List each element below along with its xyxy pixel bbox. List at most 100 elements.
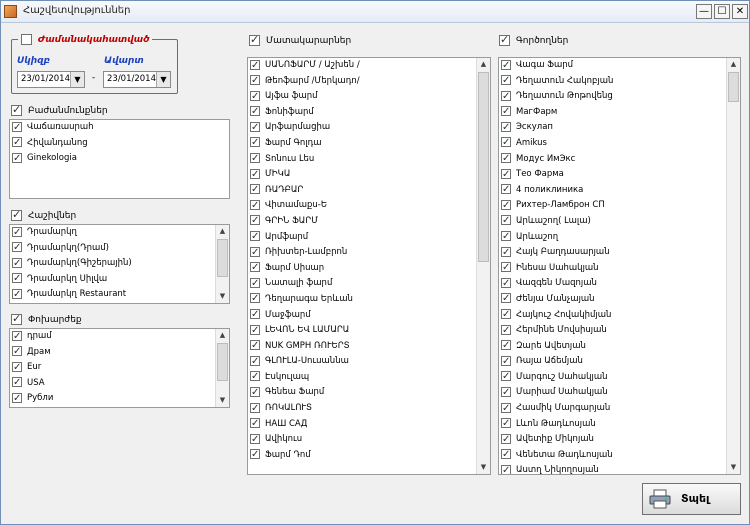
supplier-item-checkbox[interactable] [250, 229, 260, 244]
doctor-item[interactable]: Модус ИмЭкс [499, 151, 740, 168]
print-button[interactable]: Տպել [642, 483, 741, 515]
currency-item-checkbox[interactable] [12, 329, 22, 344]
supplier-item[interactable]: ԼԵՎՈՆ ԵՎ ԼԱՄԱՐԱ [248, 323, 490, 339]
scroll-thumb[interactable] [728, 72, 739, 102]
account-item[interactable]: Դրամարկղ Սիլվա [10, 271, 229, 288]
to-date-picker[interactable]: 23/01/2014 ▼ [103, 71, 171, 88]
doctor-item[interactable]: Amikus [499, 135, 740, 152]
from-date-picker[interactable]: 23/01/2014 ▼ [17, 71, 85, 88]
supplier-item[interactable]: Էսկուլապ [248, 369, 490, 386]
supplier-item[interactable]: Ֆարմ Գոլդա [248, 135, 490, 152]
currency-item[interactable]: դրամ [10, 329, 229, 345]
currency-item[interactable]: USA [10, 375, 229, 392]
supplier-item-checkbox[interactable] [250, 416, 260, 431]
scroll-thumb[interactable] [478, 72, 489, 262]
supplier-item-checkbox[interactable] [250, 447, 260, 462]
maximize-button[interactable]: ☐ [714, 4, 730, 19]
doctor-item[interactable]: Тео Фарма [499, 167, 740, 183]
doctor-item[interactable]: Լևոն Թադևոսյան [499, 416, 740, 433]
doctor-item-checkbox[interactable] [501, 89, 511, 104]
minimize-button[interactable]: — [696, 4, 712, 19]
scroll-down-icon[interactable]: ▼ [727, 461, 740, 474]
doctor-item-checkbox[interactable] [501, 58, 511, 73]
doctor-item-checkbox[interactable] [501, 447, 511, 462]
supplier-item-checkbox[interactable] [250, 245, 260, 260]
doctor-item[interactable]: Վազգեն Մազոյան [499, 276, 740, 292]
supplier-item[interactable]: Այֆա ֆարմ [248, 89, 490, 105]
account-item-checkbox[interactable] [12, 225, 22, 240]
doctor-item-checkbox[interactable] [501, 432, 511, 447]
doctor-item-checkbox[interactable] [501, 338, 511, 353]
account-item[interactable]: Դրամարկղ [10, 225, 229, 241]
doctor-item[interactable]: Դեղատուն Հակոբյան [499, 73, 740, 90]
supplier-item-checkbox[interactable] [250, 104, 260, 119]
supplier-item[interactable]: NUK GMPH ՌՈՒԵՐՏ [248, 338, 490, 355]
accounts-list[interactable]: Դրամարկղ Դրամարկղ(Դրամ) Դրամարկղ(Գիշերային… [9, 224, 230, 304]
doctors-list[interactable]: Վագա Ֆարմ Դեղատուն Հակոբյան Դեղատուն Թոթով… [498, 57, 741, 475]
supplier-item-checkbox[interactable] [250, 354, 260, 369]
supplier-item[interactable]: Արֆարմացիա [248, 120, 490, 136]
doctor-item[interactable]: Վենետա Թադևոսյան [499, 447, 740, 464]
doctor-item[interactable]: Մարիամ Սահակյան [499, 385, 740, 401]
doctor-item[interactable]: Ռայա Աճեմյան [499, 354, 740, 370]
supplier-item[interactable]: Դեղարագա Երևան [248, 291, 490, 308]
currency-item-checkbox[interactable] [12, 375, 22, 390]
chevron-down-icon[interactable]: ▼ [70, 72, 84, 87]
departments-header[interactable]: Բաժանմունքներ [11, 103, 108, 116]
doctor-item-checkbox[interactable] [501, 385, 511, 400]
period-checkbox-row[interactable]: Ժամանակահատված [18, 34, 153, 45]
doctor-item[interactable]: Ինեսա Սահակյան [499, 260, 740, 277]
supplier-item-checkbox[interactable] [250, 182, 260, 197]
chevron-down-icon[interactable]: ▼ [156, 72, 170, 87]
supplier-item-checkbox[interactable] [250, 369, 260, 384]
doctor-item[interactable]: Մարգուշ Սահակյան [499, 369, 740, 386]
doctor-item-checkbox[interactable] [501, 182, 511, 197]
doctor-item[interactable]: 4 поликлиника [499, 182, 740, 199]
doctor-item[interactable]: Դեղատուն Թոթովենց [499, 89, 740, 105]
doctor-item-checkbox[interactable] [501, 369, 511, 384]
currency-item-checkbox[interactable] [12, 391, 22, 406]
supplier-item[interactable]: ԳՐԻՆ ՖԱՐՄ [248, 213, 490, 230]
scroll-down-icon[interactable]: ▼ [216, 290, 229, 303]
currency-item[interactable]: Eur [10, 360, 229, 376]
doctor-item-checkbox[interactable] [501, 198, 511, 213]
doctor-item-checkbox[interactable] [501, 354, 511, 369]
doctor-item[interactable]: Ավետիք Միկոյան [499, 432, 740, 448]
departments-list[interactable]: Վաճառասրահ Հիվանդանոց Ginekologia [9, 119, 230, 199]
supplier-item-checkbox[interactable] [250, 323, 260, 338]
supplier-item-checkbox[interactable] [250, 338, 260, 353]
scroll-down-icon[interactable]: ▼ [216, 394, 229, 407]
supplier-item[interactable]: Ֆարմ Սիսար [248, 260, 490, 277]
currency-item-checkbox[interactable] [12, 344, 22, 359]
supplier-item[interactable]: Ֆարմ Դոմ [248, 447, 490, 464]
doctor-item-checkbox[interactable] [501, 135, 511, 150]
doctors-scrollbar[interactable]: ▲ ▼ [726, 58, 740, 474]
supplier-item[interactable]: Վիտամաքս-Ե [248, 198, 490, 214]
supplier-item-checkbox[interactable] [250, 291, 260, 306]
account-item[interactable]: Դրամարկղ(Գիշերային) [10, 256, 229, 272]
doctor-item-checkbox[interactable] [501, 291, 511, 306]
close-button[interactable]: ✕ [732, 4, 748, 19]
supplier-item[interactable]: Մաջֆարմ [248, 307, 490, 324]
currencies-checkbox[interactable] [11, 312, 22, 325]
doctor-item[interactable]: Զարե Ավետյան [499, 338, 740, 355]
supplier-item[interactable]: ՌԱԴԲԱՐ [248, 182, 490, 199]
department-item-checkbox[interactable] [12, 135, 22, 150]
supplier-item-checkbox[interactable] [250, 135, 260, 150]
doctor-item-checkbox[interactable] [501, 120, 511, 135]
account-item-checkbox[interactable] [12, 271, 22, 286]
currency-item[interactable]: Рубли [10, 391, 229, 407]
doctor-item[interactable]: Հասմիկ Մարգարյան [499, 401, 740, 417]
currencies-header[interactable]: Փոխարժեք [11, 312, 82, 325]
doctor-item-checkbox[interactable] [501, 104, 511, 119]
currency-item-checkbox[interactable] [12, 360, 22, 375]
doctor-item[interactable]: Հայկ Բաղդասարյան [499, 245, 740, 261]
scroll-up-icon[interactable]: ▲ [216, 329, 229, 342]
accounts-checkbox[interactable] [11, 208, 22, 221]
department-item[interactable]: Հիվանդանոց [10, 135, 229, 152]
doctor-item[interactable]: МагФарм [499, 104, 740, 121]
doctor-item[interactable]: Աստղ Նիկողոսյան [499, 463, 740, 474]
supplier-item-checkbox[interactable] [250, 89, 260, 104]
doctors-header[interactable]: Գործողներ [499, 33, 568, 46]
doctor-item[interactable]: Հայկուշ Հովակիմյան [499, 307, 740, 324]
